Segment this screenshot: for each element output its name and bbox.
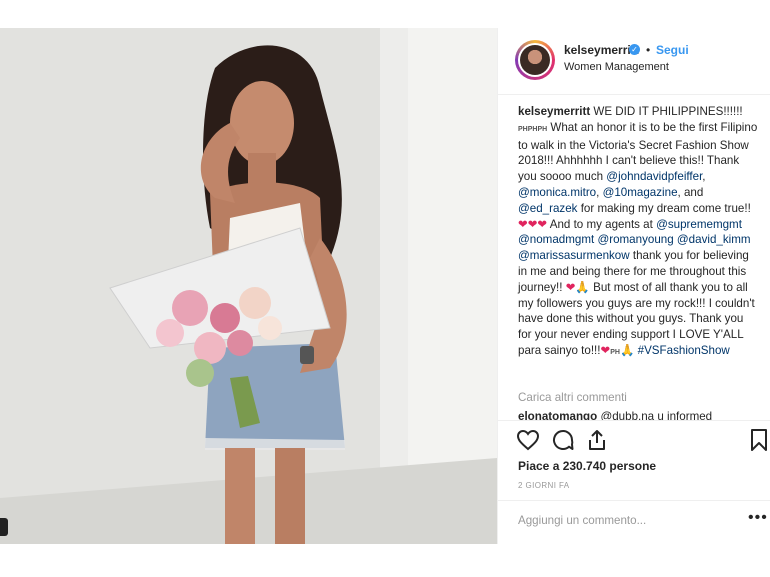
follow-button[interactable]: Segui [656,43,689,57]
mention-link[interactable]: @10magazine [603,186,678,199]
verified-badge-icon: ✓ [629,44,640,55]
mention-link[interactable]: @johndavidpfeiffer [606,170,702,183]
mention-link[interactable]: @romanyoung [597,233,673,246]
location-link[interactable]: Women Management [564,61,669,73]
share-icon[interactable] [585,428,609,452]
caption-text: for making my dream come true!! [577,201,751,215]
caption-text: , [702,170,706,184]
add-comment-input[interactable]: Aggiungi un commento... [518,514,646,527]
heart-emoji-icon: ❤❤❤ [518,217,548,231]
heart-icon[interactable] [516,428,540,452]
mention-link[interactable]: @monica.mitro [518,186,596,199]
likes-count[interactable]: Piace a 230.740 persone [518,459,656,473]
caption-username[interactable]: kelseymerritt [518,105,590,118]
post-timestamp[interactable]: 2 GIORNI FA [518,481,570,490]
mention-link[interactable]: @david_kimm [677,233,751,246]
bookmark-icon[interactable] [747,428,770,452]
mention-link[interactable]: @ed_razek [518,202,577,215]
more-options-icon[interactable]: ••• [748,509,768,527]
post-header: kelseymerritt ✓ • Segui Women Management [498,28,770,95]
load-more-comments-link[interactable]: Carica altri commenti [518,391,627,404]
avatar-ring [518,43,552,77]
caption-text: WE DID IT PHILIPPINES!!!!!! [590,105,743,118]
comment-icon[interactable] [551,428,575,452]
pray-emoji-icon: 🙏 [575,280,590,294]
mention-link[interactable]: @marissasurmenkow [518,249,630,262]
post-photo-illustration [0,28,497,544]
ph-flag-icons: PHPHPH [518,125,548,133]
pray-emoji-icon: 🙏 [619,343,635,357]
divider [498,500,770,501]
caption-text: And to my agents at [547,217,657,231]
avatar-image [520,45,550,75]
ph-flag-icon: PH [610,348,620,356]
mention-link[interactable]: @suprememgmt [656,218,742,231]
avatar[interactable] [515,40,555,80]
post-side-panel: kelseymerritt ✓ • Segui Women Management… [497,28,770,544]
heart-emoji-icon: ❤ [600,343,611,357]
heart-emoji-icon: ❤ [565,280,576,294]
post-caption: kelseymerritt WE DID IT PHILIPPINES!!!!!… [518,104,758,361]
header-separator: • [646,43,651,57]
username-link[interactable]: kelseymerritt [564,43,639,57]
post-photo[interactable] [0,28,497,544]
mention-link[interactable]: @nomadmgmt [518,233,594,246]
caption-text: , and [677,185,704,199]
divider [498,420,770,421]
media-tag-button[interactable] [0,518,8,536]
hashtag-link[interactable]: #VSFashionShow [638,344,730,357]
